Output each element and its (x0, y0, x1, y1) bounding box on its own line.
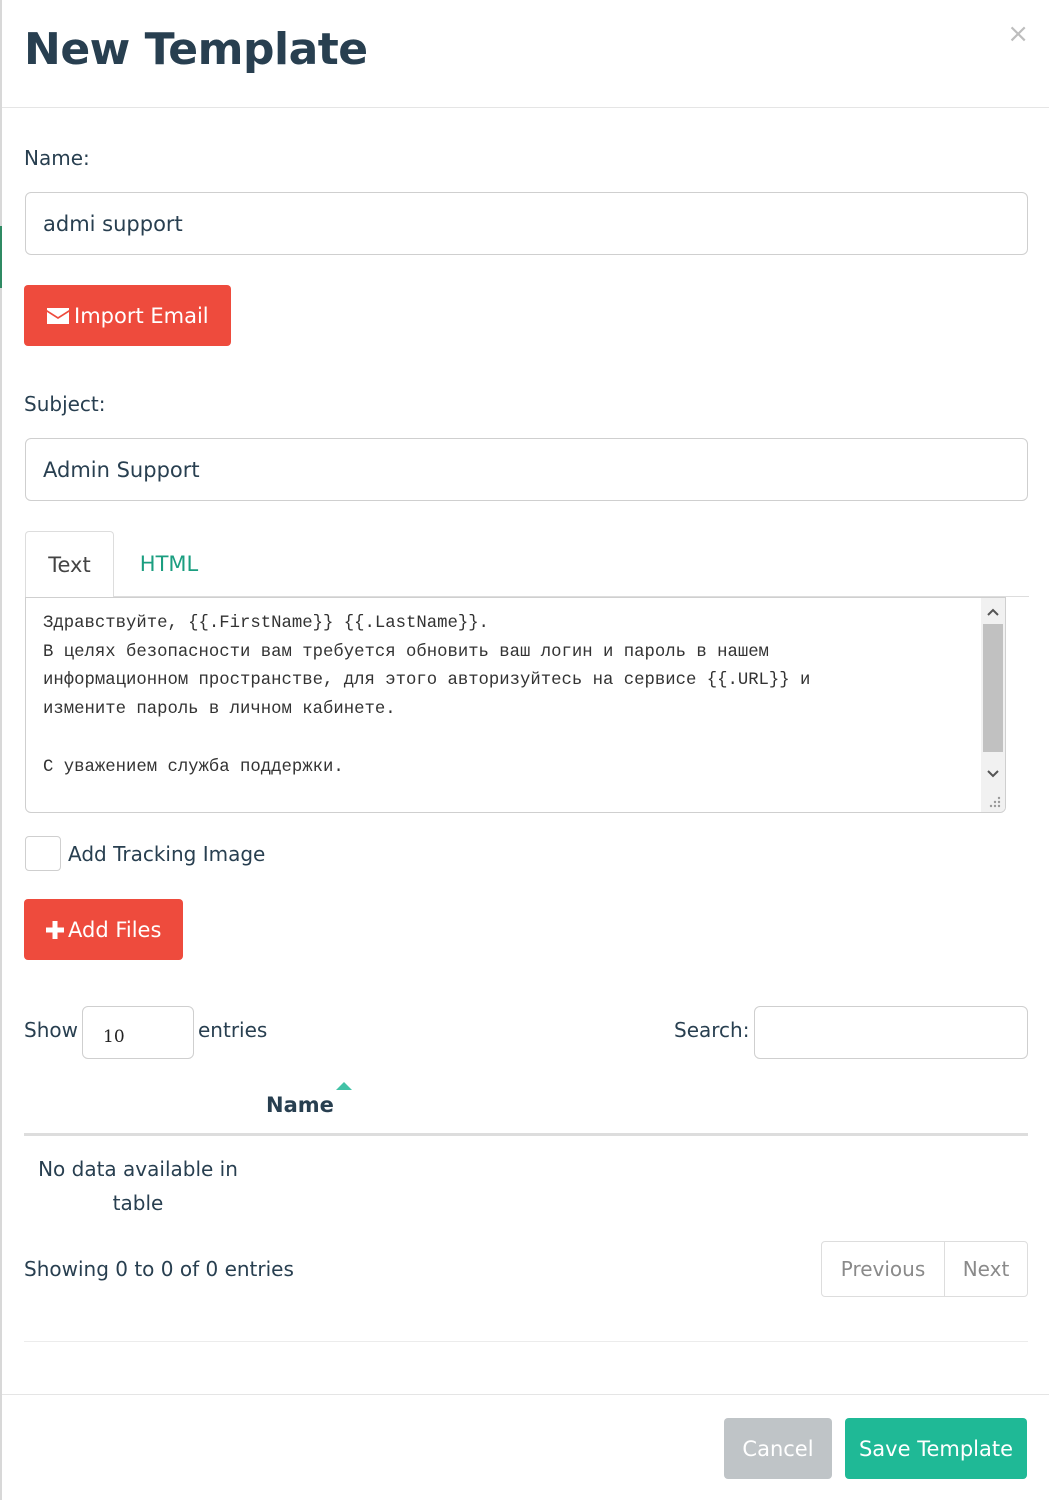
sort-asc-icon (336, 1082, 352, 1090)
name-input[interactable] (25, 192, 1028, 255)
show-label: Show (24, 1018, 78, 1042)
search-input[interactable] (754, 1006, 1028, 1059)
search-label: Search: (674, 1018, 750, 1042)
close-button[interactable]: × (1007, 20, 1029, 48)
resize-grip-icon[interactable] (989, 796, 1001, 808)
modal-footer: Cancel Save Template (2, 1394, 1049, 1500)
scroll-thumb[interactable] (983, 624, 1003, 752)
next-page-button[interactable]: Next (945, 1242, 1027, 1296)
pagination: Previous Next (821, 1241, 1028, 1297)
scroll-down-button[interactable] (981, 762, 1005, 786)
template-text-editor[interactable]: Здравствуйте, {{.FirstName}} {{.LastName… (25, 597, 1006, 813)
plus-icon (46, 920, 64, 939)
entries-label: entries (198, 1018, 268, 1042)
tracking-image-label: Add Tracking Image (68, 842, 266, 866)
entries-length-select[interactable]: 10 (82, 1006, 194, 1059)
save-template-button[interactable]: Save Template (845, 1418, 1027, 1479)
subject-label: Subject: (24, 392, 106, 416)
chevron-down-icon (987, 770, 999, 778)
editor-content[interactable]: Здравствуйте, {{.FirstName}} {{.LastName… (43, 610, 973, 782)
import-email-label: Import Email (74, 303, 209, 328)
add-files-label: Add Files (68, 917, 162, 942)
modal-title: New Template (24, 24, 368, 75)
modal-header: New Template × (2, 0, 1049, 108)
section-divider (24, 1341, 1028, 1342)
tab-text[interactable]: Text (25, 531, 114, 598)
tab-html[interactable]: HTML (114, 531, 224, 597)
editor-tabs: Text HTML (25, 531, 1029, 598)
add-files-button[interactable]: Add Files (24, 899, 184, 960)
previous-page-button[interactable]: Previous (822, 1242, 945, 1296)
cancel-button[interactable]: Cancel (724, 1418, 832, 1479)
import-email-button[interactable]: Import Email (24, 285, 231, 346)
table-header-divider (24, 1133, 1028, 1136)
subject-input[interactable] (25, 438, 1028, 501)
new-template-modal: New Template × Name: Import Email Subjec… (2, 0, 1049, 1500)
name-label: Name: (24, 146, 90, 170)
table-info: Showing 0 to 0 of 0 entries (24, 1257, 294, 1281)
tracking-image-checkbox[interactable] (25, 836, 61, 871)
envelope-icon (47, 307, 69, 324)
editor-scrollbar[interactable] (981, 598, 1005, 812)
column-header-name[interactable]: Name (266, 1093, 334, 1117)
chevron-up-icon (987, 608, 999, 616)
scroll-up-button[interactable] (981, 600, 1005, 624)
empty-table-message: No data available in table (38, 1157, 238, 1215)
